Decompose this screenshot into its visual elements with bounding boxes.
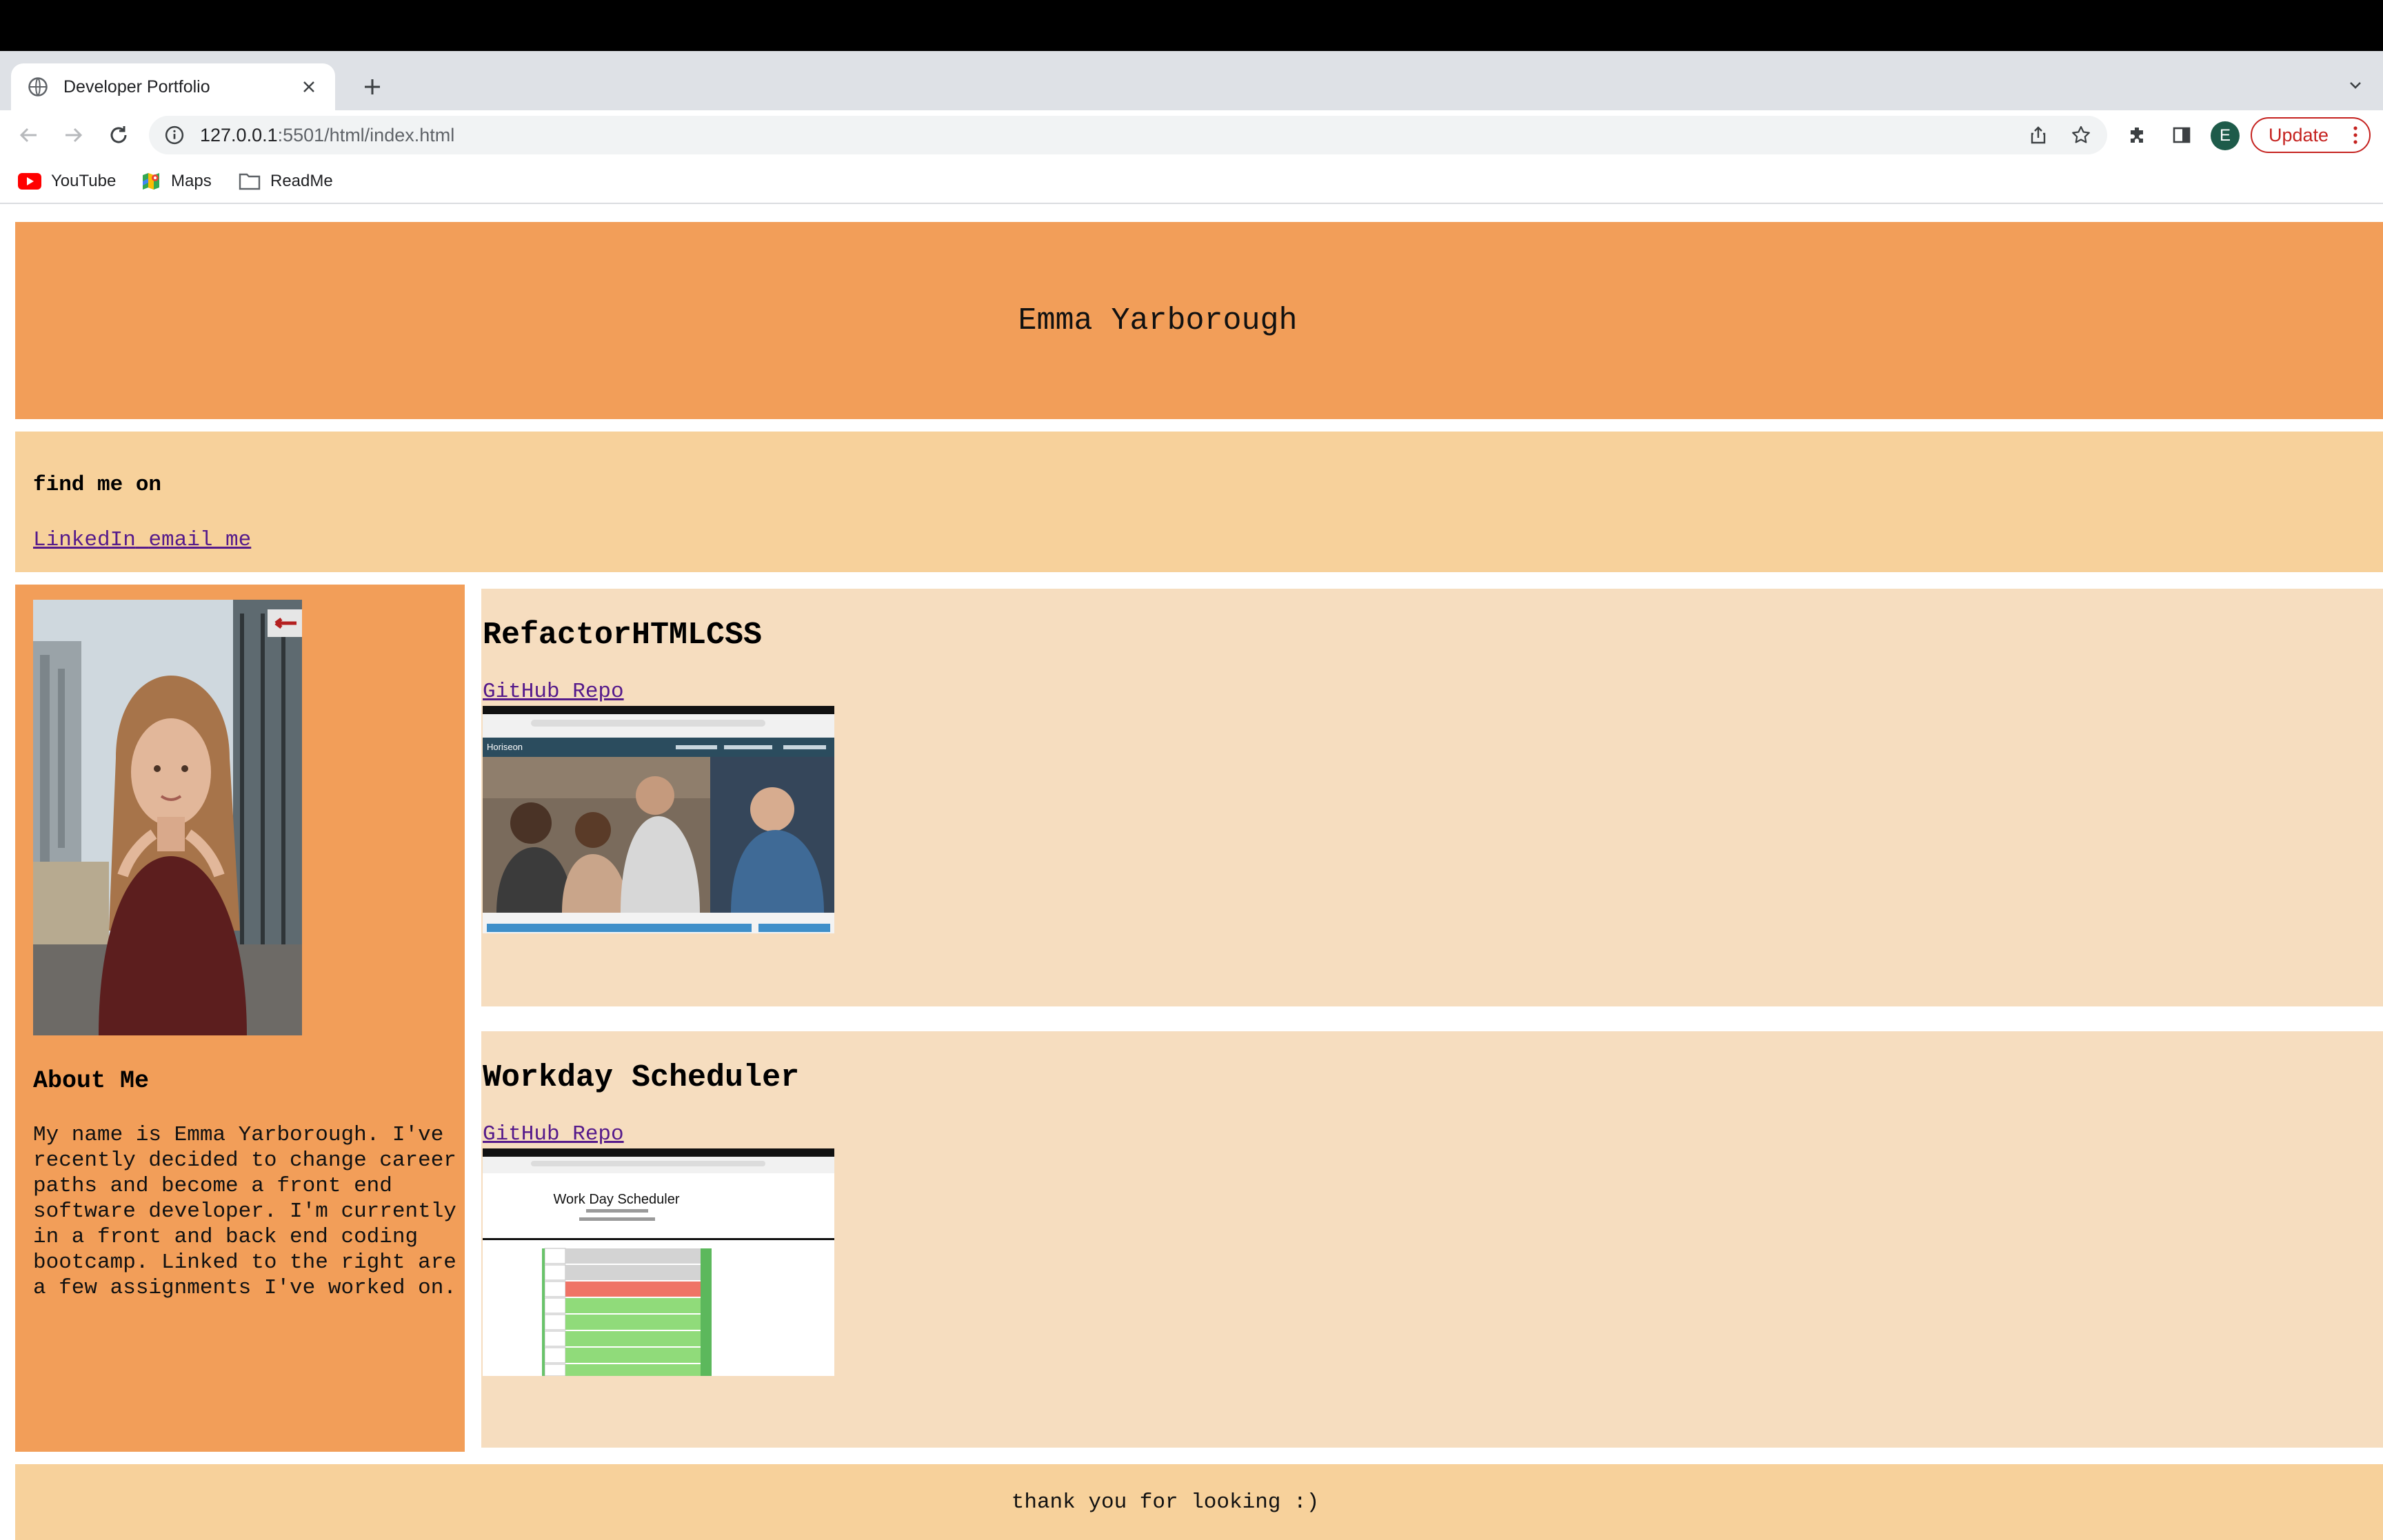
- youtube-icon: [18, 173, 41, 190]
- project-title: RefactorHTMLCSS: [483, 618, 763, 653]
- extensions-icon[interactable]: [2122, 120, 2153, 150]
- site-brand: Horiseon: [487, 742, 523, 752]
- tab-search-button[interactable]: [2342, 72, 2369, 99]
- url-text[interactable]: 127.0.0.1:5501/html/index.html: [200, 125, 454, 146]
- bookmark-readme[interactable]: ReadMe: [239, 170, 333, 193]
- back-button[interactable]: [14, 120, 44, 150]
- project-screenshot-refactor[interactable]: Horiseon: [483, 706, 834, 933]
- bookmark-youtube[interactable]: YouTube: [18, 170, 116, 193]
- about-section: About Me My name is Emma Yarborough. I'v…: [15, 585, 465, 1452]
- close-icon[interactable]: [296, 74, 321, 99]
- bookmark-label: ReadMe: [270, 172, 333, 190]
- url-path: :5501/html/index.html: [277, 124, 455, 145]
- contact-heading: find me on: [33, 473, 162, 497]
- forward-button[interactable]: [58, 120, 88, 150]
- more-vert-icon: [2353, 126, 2357, 144]
- page-header: Emma Yarborough: [15, 222, 2383, 419]
- bookmark-star-icon[interactable]: [2070, 124, 2092, 146]
- folder-icon: [239, 173, 261, 190]
- maps-icon: [143, 173, 159, 190]
- web-page: Emma Yarborough find me on LinkedIn emai…: [0, 204, 2383, 1540]
- info-icon[interactable]: [164, 125, 185, 145]
- contact-section: find me on LinkedIn email me: [15, 432, 2383, 572]
- project-screenshot-scheduler[interactable]: Work Day Scheduler: [483, 1148, 834, 1376]
- tab-developer-portfolio[interactable]: Developer Portfolio: [11, 63, 335, 110]
- arrow-right-icon: [66, 128, 83, 143]
- project-card-refactor: RefactorHTMLCSS GitHub Repo Horiseon: [481, 589, 2383, 1006]
- github-repo-link[interactable]: GitHub Repo: [483, 1122, 624, 1146]
- bookmarks-bar: YouTube Maps ReadMe: [0, 160, 2383, 204]
- bookmark-label: YouTube: [51, 172, 117, 190]
- contact-links: LinkedIn email me: [33, 528, 251, 552]
- about-text: My name is Emma Yarborough. I've recentl…: [33, 1123, 456, 1300]
- github-repo-link[interactable]: GitHub Repo: [483, 680, 624, 704]
- footer-text: thank you for looking :): [1011, 1490, 1320, 1514]
- reload-button[interactable]: [103, 120, 134, 150]
- linkedin-link[interactable]: LinkedIn: [33, 528, 136, 552]
- link-spacer[interactable]: [136, 528, 149, 552]
- project-card-scheduler: Workday Scheduler GitHub Repo Work Day S…: [481, 1031, 2383, 1448]
- site-title: Work Day Scheduler: [553, 1192, 679, 1207]
- page-title: Emma Yarborough: [1018, 303, 1298, 338]
- page-footer: thank you for looking :): [15, 1464, 2383, 1540]
- address-bar[interactable]: 127.0.0.1:5501/html/index.html: [149, 116, 2107, 154]
- new-tab-button[interactable]: [357, 72, 388, 102]
- arrow-left-icon: [19, 128, 37, 143]
- project-title: Workday Scheduler: [483, 1060, 800, 1095]
- bookmark-label: Maps: [171, 172, 212, 190]
- share-icon[interactable]: [2027, 124, 2049, 146]
- screen-bezel: [0, 0, 2383, 51]
- hour-rows: [542, 1248, 712, 1376]
- url-host: 127.0.0.1: [200, 124, 278, 145]
- chevron-down-icon: [2350, 82, 2361, 89]
- reload-icon: [110, 126, 127, 143]
- bookmark-maps[interactable]: Maps: [141, 170, 212, 193]
- profile-avatar[interactable]: E: [2211, 121, 2240, 150]
- globe-icon: [28, 77, 48, 97]
- side-panel-icon[interactable]: [2166, 120, 2197, 150]
- about-heading: About Me: [33, 1067, 150, 1095]
- plus-icon: [365, 79, 380, 94]
- update-button[interactable]: Update: [2251, 117, 2371, 153]
- email-link[interactable]: email me: [148, 528, 251, 552]
- portrait-illustration: [33, 600, 302, 1035]
- tab-title: Developer Portfolio: [63, 77, 210, 97]
- browser-toolbar: 127.0.0.1:5501/html/index.html E Update: [0, 110, 2383, 160]
- update-label: Update: [2269, 124, 2329, 145]
- profile-photo: [33, 600, 302, 1035]
